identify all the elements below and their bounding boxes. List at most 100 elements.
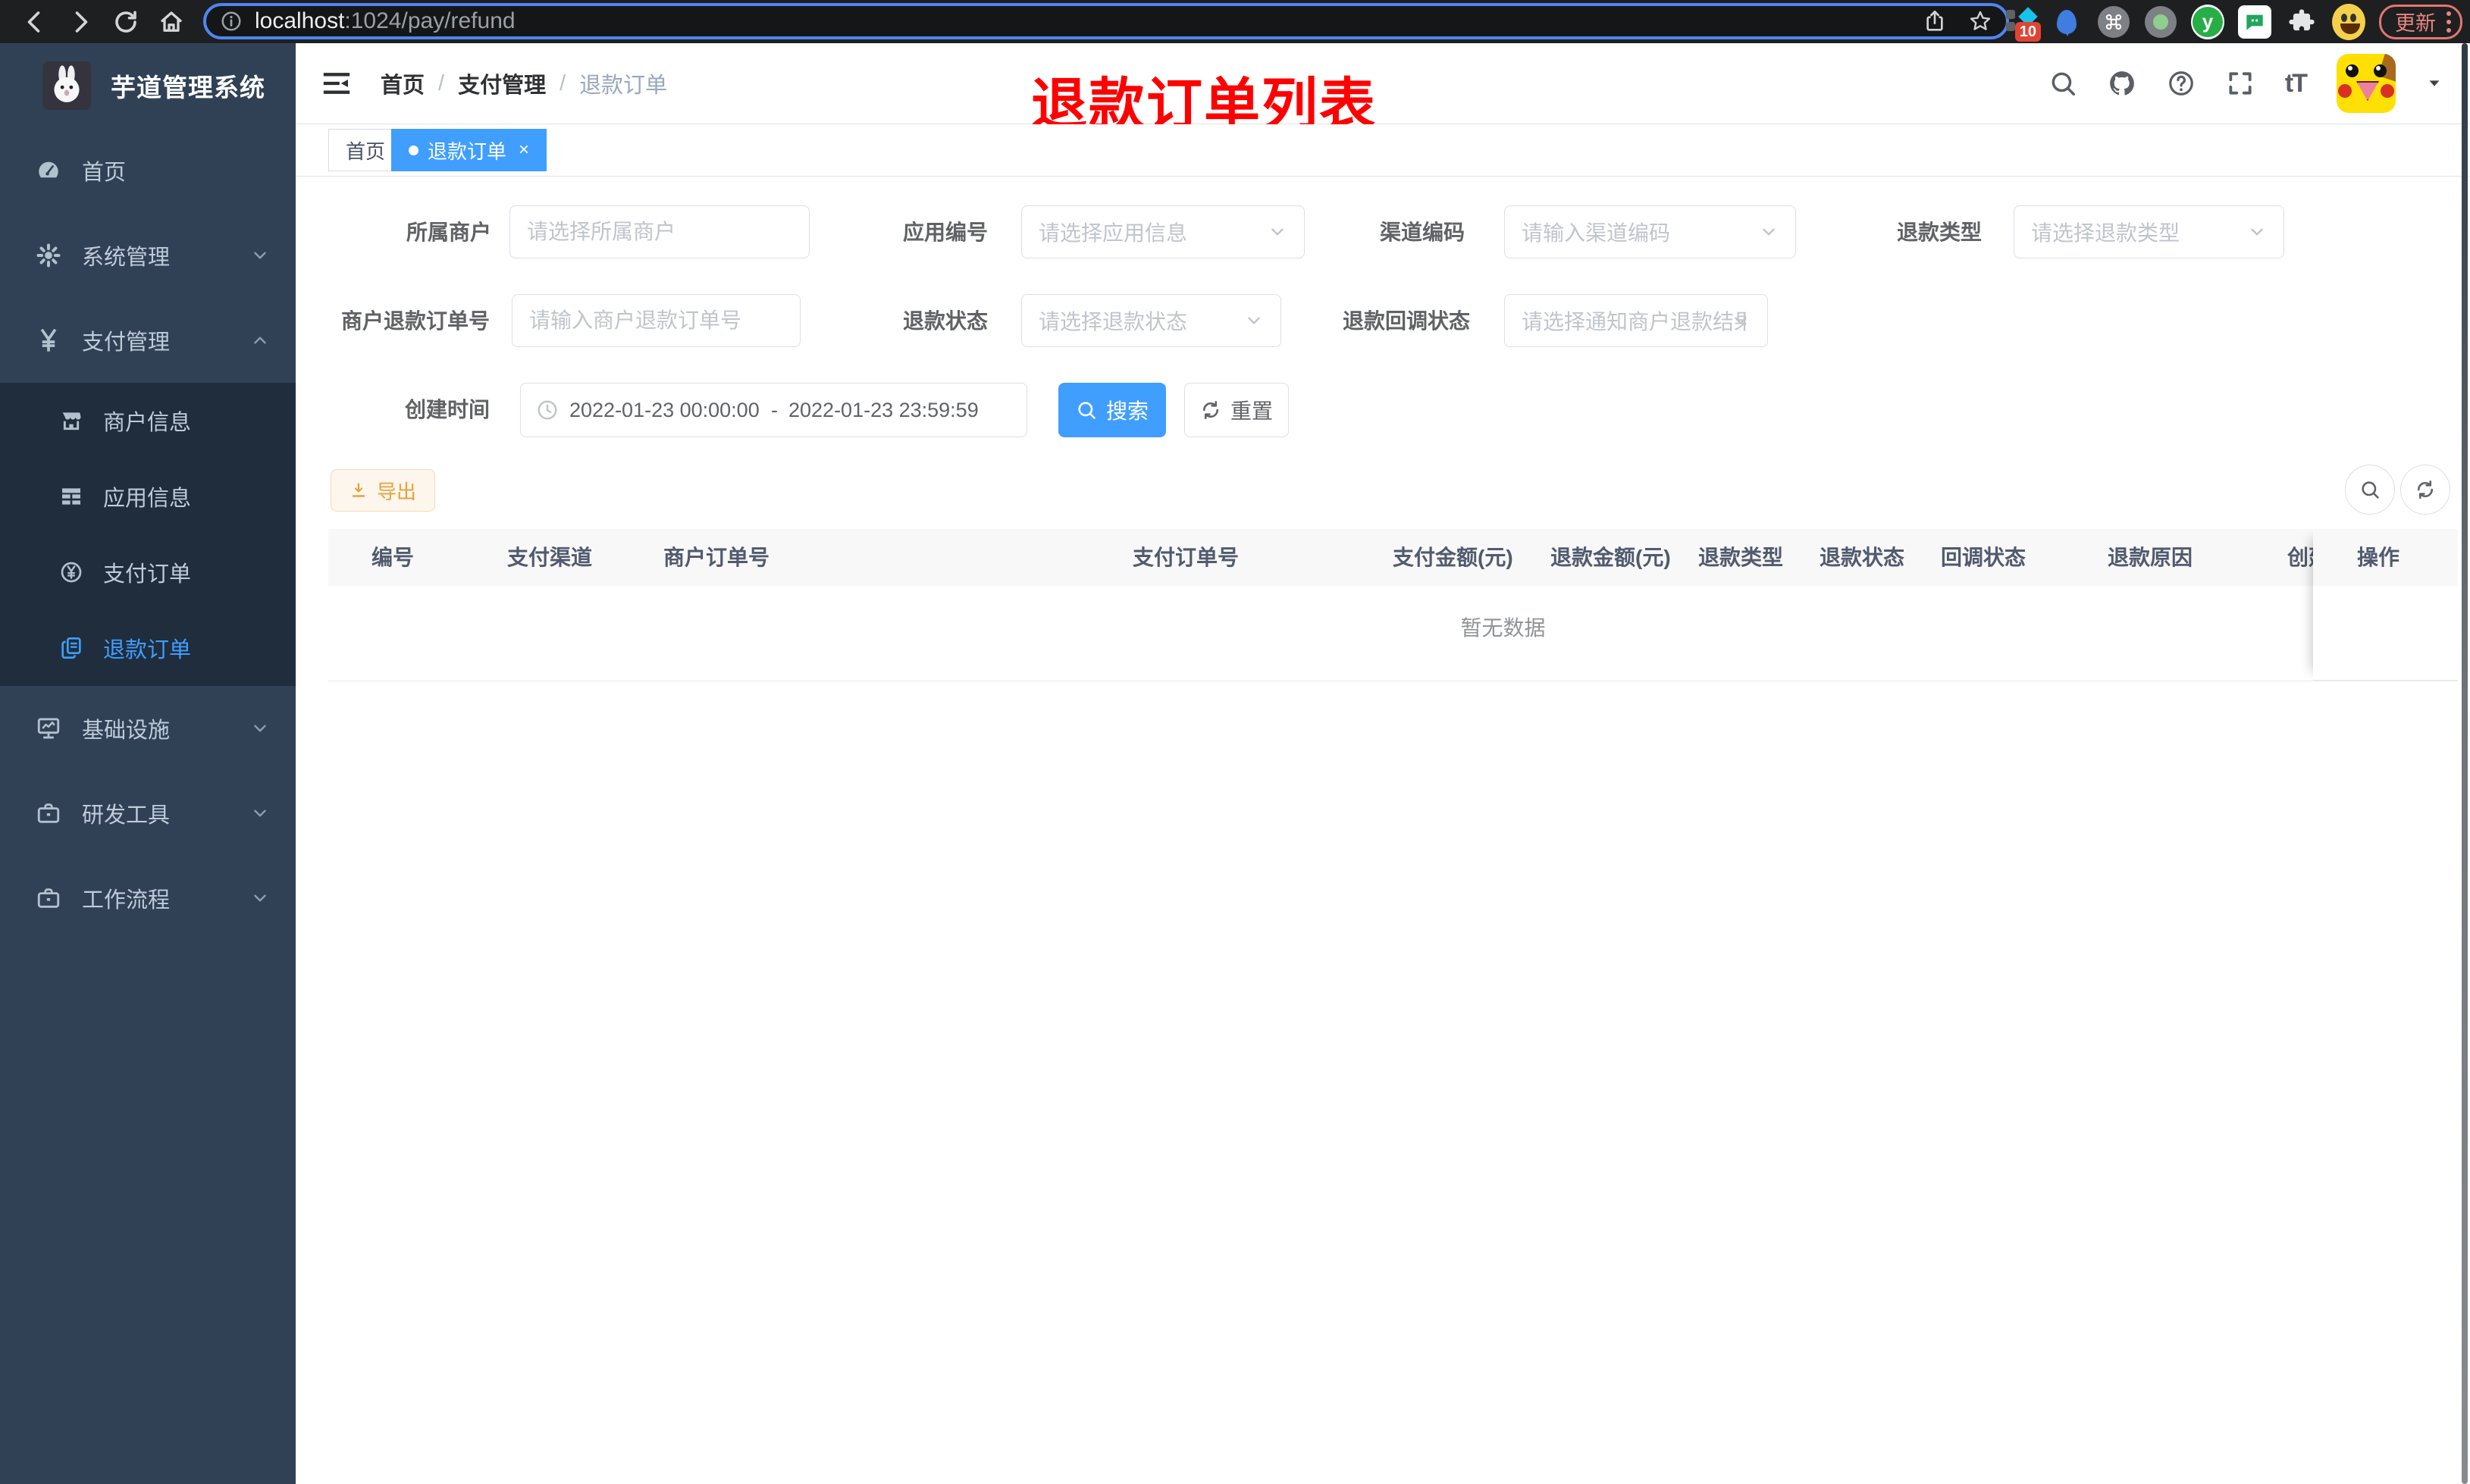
refresh-table-button[interactable] bbox=[2400, 465, 2450, 515]
export-button-label: 导出 bbox=[376, 480, 416, 503]
browser-update-button[interactable]: 更新 bbox=[2379, 4, 2462, 39]
show-search-toggle-button[interactable] bbox=[2345, 465, 2395, 515]
search-icon bbox=[1076, 399, 1097, 421]
browser-menu-icon[interactable] bbox=[2446, 11, 2451, 33]
yen-icon bbox=[32, 327, 65, 353]
search-button-label: 搜索 bbox=[1105, 399, 1149, 423]
sidebar-item-infrastructure[interactable]: 基础设施 bbox=[0, 686, 296, 771]
help-icon[interactable] bbox=[2167, 69, 2196, 98]
github-icon[interactable] bbox=[2108, 69, 2136, 98]
font-size-icon[interactable]: tT bbox=[2285, 69, 2308, 99]
owner-label: 所属商户 bbox=[406, 221, 491, 244]
site-info-icon[interactable] bbox=[220, 10, 243, 33]
refund-status-label: 退款状态 bbox=[902, 309, 988, 333]
reset-button-label: 重置 bbox=[1230, 399, 1273, 423]
close-icon[interactable]: × bbox=[519, 139, 529, 161]
extension-command-icon[interactable] bbox=[2097, 5, 2130, 39]
sidebar-item-refund-order[interactable]: 退款订单 bbox=[0, 610, 296, 686]
address-bar[interactable]: localhost:1024/pay/refund bbox=[203, 3, 2009, 39]
sidebar-item-label: 退款订单 bbox=[103, 638, 192, 662]
empty-data-text: 暂无数据 bbox=[1460, 616, 1546, 640]
sidebar-item-label: 首页 bbox=[82, 161, 127, 185]
date-end-value[interactable]: 2022-01-23 23:59:59 bbox=[788, 399, 980, 422]
extension-chat-icon[interactable] bbox=[2238, 5, 2271, 39]
export-button[interactable]: 导出 bbox=[331, 469, 435, 512]
extension-balloon-icon[interactable] bbox=[2050, 5, 2083, 39]
app-title: 芋道管理系统 bbox=[111, 74, 265, 102]
col-header: 退款原因 bbox=[2108, 546, 2193, 569]
yen-circle-icon bbox=[56, 560, 86, 584]
gear-icon bbox=[32, 243, 65, 268]
dashboard-icon bbox=[32, 158, 65, 183]
search-icon[interactable] bbox=[2048, 69, 2077, 98]
top-navbar: 首页 / 支付管理 / 退款订单 tT bbox=[296, 43, 2470, 124]
sidebar-item-label: 研发工具 bbox=[82, 803, 171, 828]
col-header: 支付订单号 bbox=[1133, 546, 1240, 569]
fullscreen-icon[interactable] bbox=[2226, 69, 2255, 98]
table-fixed-action-column: 操作 bbox=[2313, 529, 2458, 681]
breadcrumb-payment[interactable]: 支付管理 bbox=[458, 67, 546, 99]
breadcrumb-home[interactable]: 首页 bbox=[381, 67, 425, 99]
browser-profile-avatar[interactable] bbox=[2332, 3, 2365, 40]
refresh-icon bbox=[2415, 479, 2436, 500]
browser-reload-icon[interactable] bbox=[112, 8, 139, 36]
create-time-label: 创建时间 bbox=[404, 398, 490, 421]
sidebar-collapse-icon[interactable] bbox=[321, 68, 352, 99]
app-logo[interactable]: 芋道管理系统 bbox=[0, 43, 296, 128]
sidebar-item-label: 应用信息 bbox=[103, 487, 192, 511]
date-separator: - bbox=[771, 398, 778, 421]
col-header-action: 操作 bbox=[2313, 529, 2458, 586]
user-avatar[interactable] bbox=[2337, 54, 2396, 113]
browser-back-icon[interactable] bbox=[21, 8, 49, 36]
url-host: localhost bbox=[255, 8, 345, 33]
chevron-down-icon bbox=[250, 803, 270, 823]
chevron-down-icon bbox=[1731, 311, 1751, 330]
page-scrollbar[interactable] bbox=[2462, 43, 2468, 1484]
tab-label: 退款订单 bbox=[428, 139, 507, 163]
breadcrumb-separator: / bbox=[438, 70, 445, 95]
channel-label: 渠道编码 bbox=[1379, 221, 1465, 244]
bookmark-star-icon[interactable] bbox=[1968, 9, 1992, 33]
tab-refund-order[interactable]: 退款订单 × bbox=[391, 129, 547, 171]
extension-tabs-icon[interactable]: 10 bbox=[2003, 5, 2041, 42]
tags-view-bar: 首页 退款订单 × bbox=[296, 124, 2470, 177]
chevron-down-icon bbox=[250, 888, 270, 908]
browser-forward-icon[interactable] bbox=[67, 8, 94, 36]
avatar-caret-icon[interactable] bbox=[2426, 75, 2443, 92]
select-placeholder: 请选择退款类型 bbox=[2031, 221, 2180, 245]
logo-rabbit-icon bbox=[42, 61, 91, 110]
extension-y-icon[interactable]: y bbox=[2191, 4, 2224, 39]
col-header: 退款金额(元) bbox=[1550, 546, 1671, 569]
col-header: 支付金额(元) bbox=[1393, 546, 1513, 569]
sidebar-item-workflow[interactable]: 工作流程 bbox=[0, 856, 296, 941]
active-dot-icon bbox=[409, 145, 418, 155]
sidebar-item-label: 支付管理 bbox=[82, 330, 171, 355]
create-time-range-picker[interactable]: 2022-01-23 00:00:00 - 2022-01-23 23:59:5… bbox=[520, 383, 1027, 437]
notify-status-select[interactable]: 请选择通知商户退款结果 bbox=[1504, 294, 1768, 347]
search-button[interactable]: 搜索 bbox=[1058, 383, 1166, 437]
search-icon bbox=[2359, 479, 2381, 500]
extension-badge: 10 bbox=[2014, 21, 2041, 42]
sidebar-item-label: 基础设施 bbox=[82, 719, 171, 743]
reset-button[interactable]: 重置 bbox=[1184, 383, 1289, 437]
sidebar-item-home[interactable]: 首页 bbox=[0, 128, 296, 213]
refund-type-select[interactable]: 请选择退款类型 bbox=[2014, 205, 2284, 258]
grid-icon bbox=[56, 484, 86, 509]
sidebar-item-app-info[interactable]: 应用信息 bbox=[0, 459, 296, 534]
browser-home-icon[interactable] bbox=[158, 8, 185, 36]
toolbox-icon bbox=[32, 800, 65, 826]
url-path: :1024/pay/refund bbox=[344, 8, 516, 33]
sidebar-item-pay-order[interactable]: 支付订单 bbox=[0, 534, 296, 610]
share-icon[interactable] bbox=[1923, 9, 1947, 33]
shop-icon bbox=[56, 409, 86, 433]
refund-type-label: 退款类型 bbox=[1896, 221, 1982, 244]
date-start-value[interactable]: 2022-01-23 00:00:00 bbox=[569, 399, 760, 422]
table-header-row: 编号 支付渠道 商户订单号 支付订单号 支付金额(元) 退款金额(元) 退款类型… bbox=[328, 529, 2458, 586]
briefcase-icon bbox=[32, 885, 65, 911]
extension-record-icon[interactable] bbox=[2144, 5, 2177, 39]
breadcrumb: 首页 / 支付管理 / 退款订单 bbox=[381, 67, 667, 99]
sidebar-item-label: 工作流程 bbox=[82, 888, 171, 913]
extensions-puzzle-icon[interactable] bbox=[2285, 5, 2318, 39]
sidebar-item-dev-tools[interactable]: 研发工具 bbox=[0, 771, 296, 856]
notify-status-label: 退款回调状态 bbox=[1342, 309, 1470, 333]
